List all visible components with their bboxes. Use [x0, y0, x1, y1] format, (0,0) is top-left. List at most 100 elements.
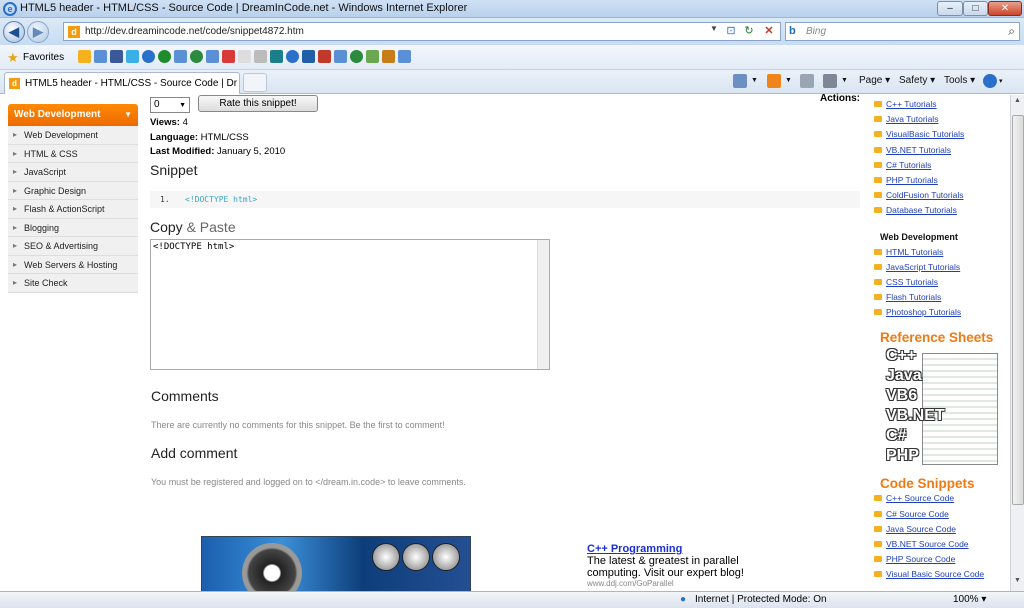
- tutorials-list: C++ Tutorials Java Tutorials VisualBasic…: [872, 97, 1010, 219]
- mail-icon[interactable]: [800, 74, 814, 88]
- zoom-level[interactable]: 100% ▾: [953, 594, 986, 605]
- reference-sheets-image[interactable]: C++ Java VB6 VB.NET C# PHP: [882, 345, 998, 469]
- link-database-tutorials[interactable]: Database Tutorials: [872, 203, 1010, 218]
- feeds-dropdown-icon[interactable]: ▼: [785, 77, 792, 84]
- webdev-list: HTML Tutorials JavaScript Tutorials CSS …: [872, 245, 1010, 321]
- home-dropdown-icon[interactable]: ▼: [751, 77, 758, 84]
- globe-fav-icon[interactable]: [190, 50, 203, 63]
- help-icon[interactable]: [983, 74, 997, 88]
- fav-tv-icon[interactable]: [270, 50, 283, 63]
- facebook-icon[interactable]: [110, 50, 123, 63]
- search-icon[interactable]: ⌕: [1008, 24, 1015, 39]
- address-dropdown-icon[interactable]: ▼: [706, 24, 722, 33]
- fav-link-icon[interactable]: [94, 50, 107, 63]
- link-vb-source[interactable]: Visual Basic Source Code: [872, 567, 1010, 582]
- scroll-thumb[interactable]: [1012, 115, 1024, 505]
- new-tab-button[interactable]: [243, 73, 267, 92]
- leftnav-item-web-servers[interactable]: Web Servers & Hosting: [8, 255, 138, 274]
- link-photoshop-tutorials[interactable]: Photoshop Tutorials: [872, 305, 1010, 320]
- heart-fav-icon[interactable]: [222, 50, 235, 63]
- link-coldfusion-tutorials[interactable]: ColdFusion Tutorials: [872, 188, 1010, 203]
- favorites-bar: ★ Favorites: [0, 45, 1024, 70]
- digg-icon[interactable]: [302, 50, 315, 63]
- scroll-down-icon[interactable]: ▼: [1011, 577, 1024, 589]
- fav-globe2-icon[interactable]: [286, 50, 299, 63]
- link-csharp-source[interactable]: C# Source Code: [872, 507, 1010, 522]
- print-dropdown-icon[interactable]: ▼: [841, 77, 848, 84]
- link-vbnet-tutorials[interactable]: VB.NET Tutorials: [872, 143, 1010, 158]
- link-cpp-tutorials[interactable]: C++ Tutorials: [872, 97, 1010, 112]
- back-button[interactable]: ◀: [3, 21, 25, 43]
- link-cpp-source[interactable]: C++ Source Code: [872, 491, 1010, 506]
- refresh-icon[interactable]: ↻: [741, 24, 757, 37]
- security-zone[interactable]: Internet | Protected Mode: On: [695, 594, 827, 605]
- home-icon[interactable]: [733, 74, 747, 88]
- link-java-source[interactable]: Java Source Code: [872, 522, 1010, 537]
- fav-green-icon[interactable]: [366, 50, 379, 63]
- feeds-icon[interactable]: [767, 74, 781, 88]
- fav-circle-icon[interactable]: [158, 50, 171, 63]
- rate-snippet-button[interactable]: Rate this snippet!: [198, 95, 318, 112]
- link-js-tutorials[interactable]: JavaScript Tutorials: [872, 260, 1010, 275]
- rating-select[interactable]: 0 ▼: [150, 97, 190, 113]
- link-html-tutorials[interactable]: HTML Tutorials: [872, 245, 1010, 260]
- fav-page2-icon[interactable]: [206, 50, 219, 63]
- leftnav-item-graphic-design[interactable]: Graphic Design: [8, 181, 138, 200]
- link-csharp-tutorials[interactable]: C# Tutorials: [872, 158, 1010, 173]
- safety-menu[interactable]: Safety ▾: [899, 75, 935, 86]
- leftnav-item-seo[interactable]: SEO & Advertising: [8, 237, 138, 256]
- fav-blank-icon[interactable]: [238, 50, 251, 63]
- search-box[interactable]: b Bing ⌕: [785, 22, 1020, 41]
- link-php-tutorials[interactable]: PHP Tutorials: [872, 173, 1010, 188]
- fav-red-icon[interactable]: [318, 50, 331, 63]
- favorites-button[interactable]: Favorites: [23, 52, 64, 63]
- twitter-icon[interactable]: [126, 50, 139, 63]
- leftnav-item-blogging[interactable]: Blogging: [8, 218, 138, 237]
- link-css-tutorials[interactable]: CSS Tutorials: [872, 275, 1010, 290]
- chevron-down-icon[interactable]: ▼: [124, 104, 132, 126]
- bing-fav-icon[interactable]: [142, 50, 155, 63]
- link-vb-tutorials[interactable]: VisualBasic Tutorials: [872, 127, 1010, 142]
- leftnav-item-flash[interactable]: Flash & ActionScript: [8, 200, 138, 219]
- ad-url[interactable]: www.ddj.com/GoParallel: [587, 579, 847, 588]
- page-menu[interactable]: Page ▾: [859, 75, 890, 86]
- fav-orange-icon[interactable]: [382, 50, 395, 63]
- compatibility-view-icon[interactable]: ⊡: [723, 24, 739, 37]
- fav-globe3-icon[interactable]: [350, 50, 363, 63]
- close-button[interactable]: ✕: [988, 1, 1022, 16]
- tab-title[interactable]: HTML5 header - HTML/CSS - Source Code | …: [25, 78, 237, 89]
- fav-page-icon[interactable]: [174, 50, 187, 63]
- add-favorite-icon[interactable]: [78, 50, 91, 63]
- leftnav-item-web-development[interactable]: Web Development: [8, 126, 138, 145]
- fav-doc-icon[interactable]: [254, 50, 267, 63]
- copy-text[interactable]: <!DOCTYPE html>: [153, 242, 234, 252]
- copy-textarea[interactable]: <!DOCTYPE html>: [150, 239, 550, 370]
- fav-page3-icon[interactable]: [334, 50, 347, 63]
- link-java-tutorials[interactable]: Java Tutorials: [872, 112, 1010, 127]
- ad-link[interactable]: C++ Programming: [587, 543, 847, 555]
- print-icon[interactable]: [823, 74, 837, 88]
- favorites-star-icon[interactable]: ★: [7, 50, 19, 66]
- address-url[interactable]: http://dev.dreamincode.net/code/snippet4…: [85, 26, 304, 37]
- ad-banner-image[interactable]: [201, 536, 471, 603]
- textarea-scrollbar[interactable]: [537, 240, 549, 369]
- fav-page4-icon[interactable]: [398, 50, 411, 63]
- help-dropdown[interactable]: ▾: [999, 77, 1003, 85]
- address-field[interactable]: d http://dev.dreamincode.net/code/snippe…: [63, 22, 781, 41]
- link-php-source[interactable]: PHP Source Code: [872, 552, 1010, 567]
- forward-button[interactable]: ▶: [27, 21, 49, 43]
- leftnav-header[interactable]: Web Development ▼: [8, 104, 138, 126]
- search-placeholder[interactable]: Bing: [806, 26, 826, 37]
- tools-menu[interactable]: Tools ▾: [944, 75, 975, 86]
- page-scrollbar[interactable]: ▲ ▼: [1010, 95, 1024, 591]
- minimize-button[interactable]: –: [937, 1, 963, 16]
- leftnav-item-site-check[interactable]: Site Check: [8, 274, 138, 293]
- link-flash-tutorials[interactable]: Flash Tutorials: [872, 290, 1010, 305]
- leftnav-item-html-css[interactable]: HTML & CSS: [8, 144, 138, 163]
- stop-icon[interactable]: ✕: [761, 24, 777, 37]
- maximize-button[interactable]: □: [963, 1, 988, 16]
- scroll-up-icon[interactable]: ▲: [1011, 97, 1024, 109]
- leftnav-item-javascript[interactable]: JavaScript: [8, 163, 138, 182]
- link-vbnet-source[interactable]: VB.NET Source Code: [872, 537, 1010, 552]
- tab-active[interactable]: d HTML5 header - HTML/CSS - Source Code …: [4, 72, 240, 94]
